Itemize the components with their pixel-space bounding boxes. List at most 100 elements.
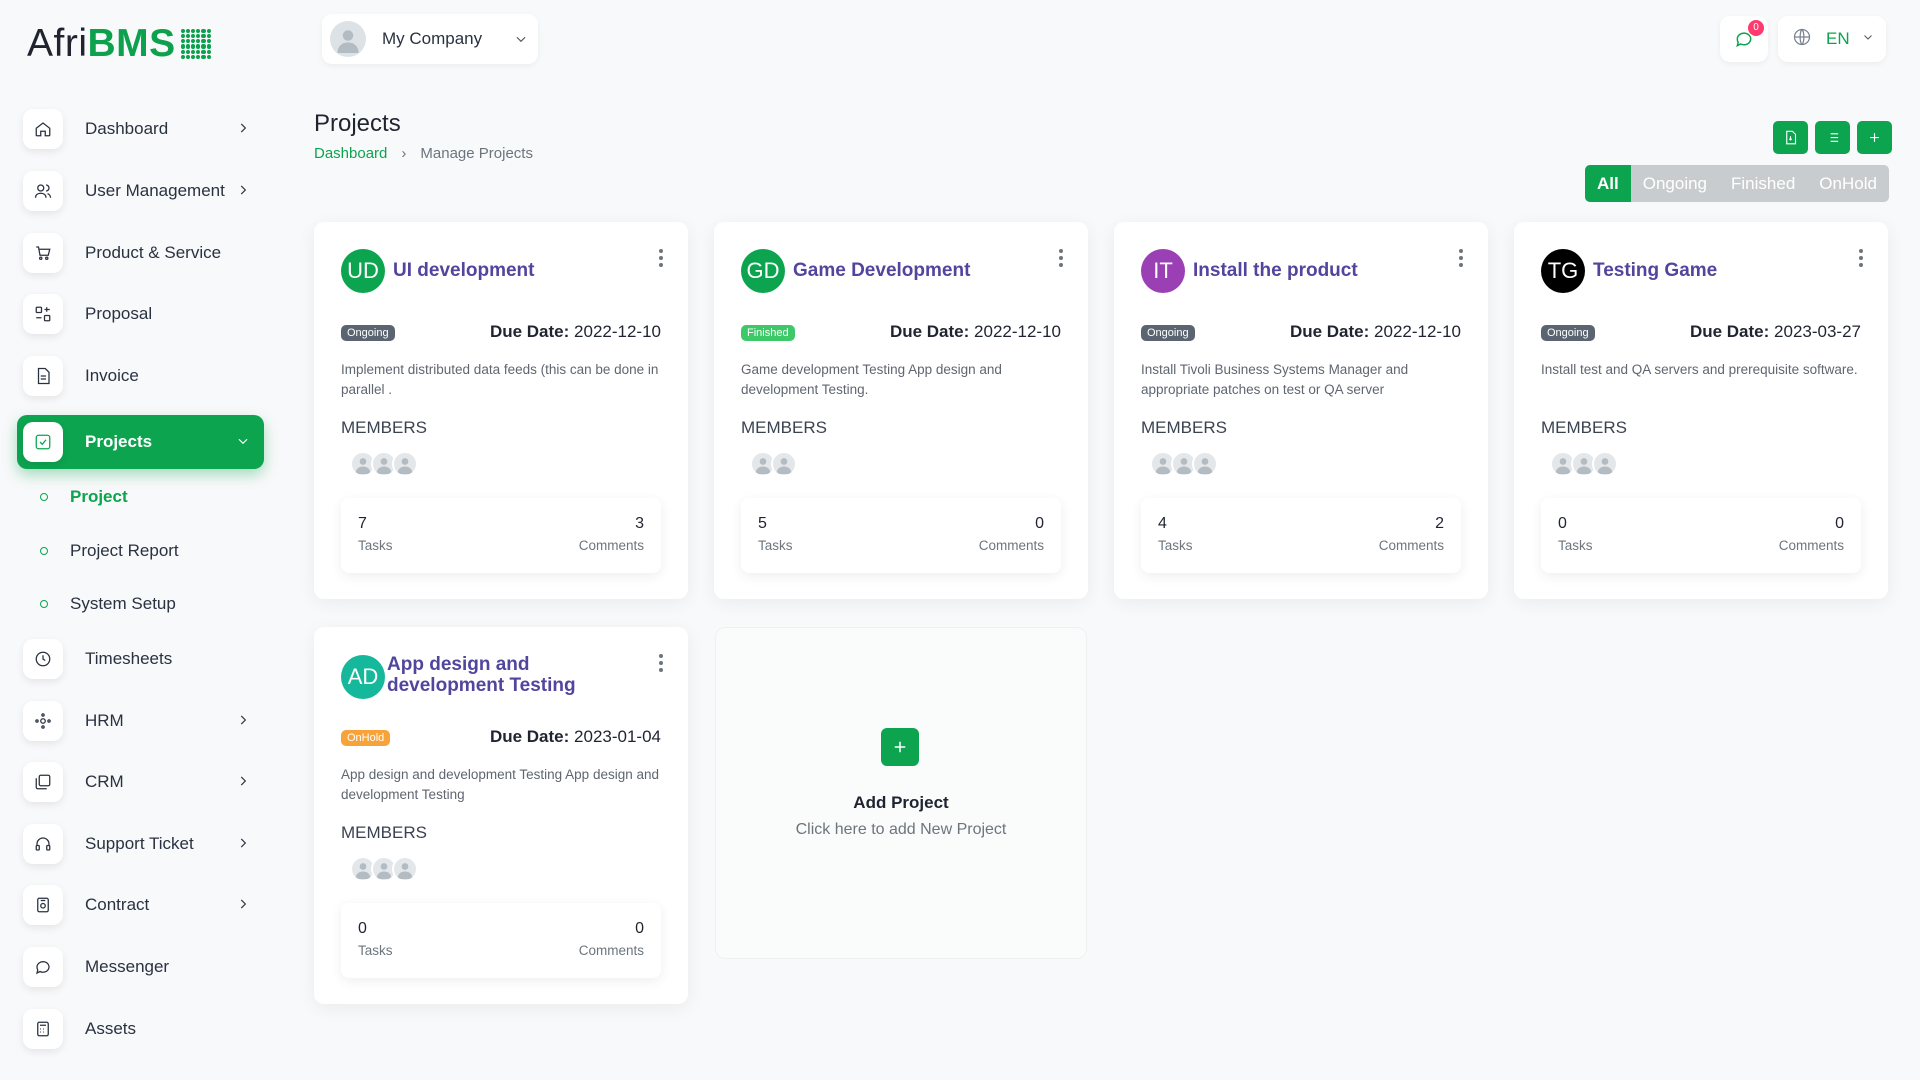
sidebar-item-proposal[interactable]: Proposal [17, 287, 264, 341]
project-title[interactable]: Testing Game [1593, 260, 1853, 281]
due-date-value: 2022-12-10 [574, 322, 661, 341]
tasks-label: Tasks [1558, 538, 1593, 553]
users-icon [23, 171, 63, 211]
chevron-down-icon [514, 32, 528, 51]
sidebar-item-label: HRM [85, 711, 124, 730]
crm-icon [23, 762, 63, 802]
tasks-count: 4 [1158, 515, 1167, 532]
chevron-down-icon [236, 434, 250, 448]
project-card: GD Game Development Finished Due Date: 2… [714, 222, 1088, 599]
member-avatar[interactable] [771, 451, 797, 477]
project-title[interactable]: App design and development Testing [387, 654, 647, 696]
more-vertical-icon[interactable] [658, 653, 664, 678]
more-vertical-icon[interactable] [1858, 248, 1864, 273]
file-icon [23, 356, 63, 396]
action-buttons [1773, 121, 1892, 154]
more-vertical-icon[interactable] [1058, 248, 1064, 273]
members-label: MEMBERS [1541, 418, 1627, 437]
sidebar-subitem-project[interactable]: Project [40, 482, 128, 512]
member-avatars [350, 856, 418, 882]
sidebar-item-user-management[interactable]: User Management [17, 164, 264, 218]
export-button[interactable] [1773, 121, 1808, 154]
sidebar-item-label: Timesheets [85, 649, 173, 668]
page-title: Projects [314, 110, 401, 137]
sidebar-item-projects[interactable]: Projects [17, 415, 264, 469]
filter-all[interactable]: All [1585, 165, 1631, 202]
chevron-right-icon [236, 836, 250, 850]
sidebar-item-contract[interactable]: Contract [17, 878, 264, 932]
due-date-label: Due Date: [489, 727, 570, 746]
sidebar-subitem-system-setup[interactable]: System Setup [40, 589, 176, 619]
notification-button[interactable]: 0 [1720, 16, 1768, 62]
sidebar-item-support-ticket[interactable]: Support Ticket [17, 817, 264, 871]
list-icon [1827, 133, 1839, 142]
breadcrumb-dashboard-link[interactable]: Dashboard [314, 145, 387, 162]
file-export-icon [1786, 130, 1797, 145]
comments-label: Comments [578, 538, 644, 553]
chevron-right-icon [236, 121, 250, 135]
globe-icon [1792, 27, 1812, 52]
filter-ongoing[interactable]: Ongoing [1631, 165, 1719, 202]
member-avatars [1150, 451, 1218, 477]
due-date-value: 2023-03-27 [1774, 322, 1861, 341]
member-avatar[interactable] [1592, 451, 1618, 477]
member-avatars [1550, 451, 1618, 477]
comments-count: 0 [635, 920, 644, 937]
project-card: AD App design and development Testing On… [314, 627, 688, 1004]
member-avatars [350, 451, 418, 477]
add-project-button[interactable] [881, 728, 919, 766]
project-avatar: UD [341, 249, 385, 293]
sidebar-item-messenger[interactable]: Messenger [17, 940, 264, 994]
project-card: TG Testing Game Ongoing Due Date: 2023-0… [1514, 222, 1888, 599]
sidebar-item-dashboard[interactable]: Dashboard [17, 102, 264, 156]
due-date-value: 2023-01-04 [574, 727, 661, 746]
sidebar-subitem-project-report[interactable]: Project Report [40, 536, 179, 566]
sidebar-subitem-label: Project Report [70, 541, 179, 560]
project-title[interactable]: Game Development [793, 260, 1053, 281]
list-view-button[interactable] [1815, 121, 1850, 154]
due-date: Due Date: 2022-12-10 [890, 322, 1061, 342]
company-selector[interactable]: My Company [322, 14, 538, 64]
language-selector[interactable]: EN [1778, 16, 1886, 62]
tasks-count: 7 [358, 515, 367, 532]
sidebar-item-label: Support Ticket [85, 834, 194, 853]
sidebar-item-product-service[interactable]: Product & Service [17, 226, 264, 280]
more-vertical-icon[interactable] [1458, 248, 1464, 273]
sidebar-item-assets[interactable]: Assets [17, 1002, 264, 1056]
plus-icon [1870, 133, 1879, 142]
due-date: Due Date: 2023-01-04 [490, 727, 661, 747]
sidebar-item-invoice[interactable]: Invoice [17, 349, 264, 403]
project-description: App design and development Testing App d… [341, 767, 659, 802]
member-avatar[interactable] [392, 451, 418, 477]
sidebar-item-crm[interactable]: CRM [17, 755, 264, 809]
sidebar-item-hrm[interactable]: HRM [17, 694, 264, 748]
sidebar-item-label: Assets [85, 1019, 137, 1038]
filter-finished[interactable]: Finished [1719, 165, 1807, 202]
add-project-subtitle: Click here to add New Project [795, 821, 1007, 838]
tasks-label: Tasks [758, 538, 793, 553]
add-project-card[interactable]: Add Project Click here to add New Projec… [715, 627, 1087, 959]
cart-icon [23, 233, 63, 273]
filter-onhold[interactable]: OnHold [1807, 165, 1889, 202]
sidebar-item-label: CRM [85, 772, 124, 791]
tasks-count: 5 [758, 515, 767, 532]
plus-icon [894, 741, 906, 753]
brand-logo[interactable]: Afri BMS [27, 22, 211, 66]
sidebar-item-timesheets[interactable]: Timesheets [17, 632, 264, 686]
more-vertical-icon[interactable] [658, 248, 664, 273]
sidebar-subitem-label: Project [70, 487, 128, 506]
comments-label: Comments [578, 943, 644, 958]
tasks-count: 0 [358, 920, 367, 937]
member-avatar[interactable] [1192, 451, 1218, 477]
project-card: UD UI development Ongoing Due Date: 2022… [314, 222, 688, 599]
project-title[interactable]: UI development [393, 260, 653, 281]
status-filter-group: All Ongoing Finished OnHold [1585, 165, 1889, 202]
create-project-button[interactable] [1857, 121, 1892, 154]
tasks-label: Tasks [358, 943, 393, 958]
project-stats: 0 Tasks 0 Comments [341, 903, 661, 978]
add-project-title: Add Project [853, 793, 949, 812]
member-avatar[interactable] [392, 856, 418, 882]
project-title[interactable]: Install the product [1193, 260, 1453, 281]
proposal-icon [23, 294, 63, 334]
sidebar-item-label: Proposal [85, 304, 153, 323]
